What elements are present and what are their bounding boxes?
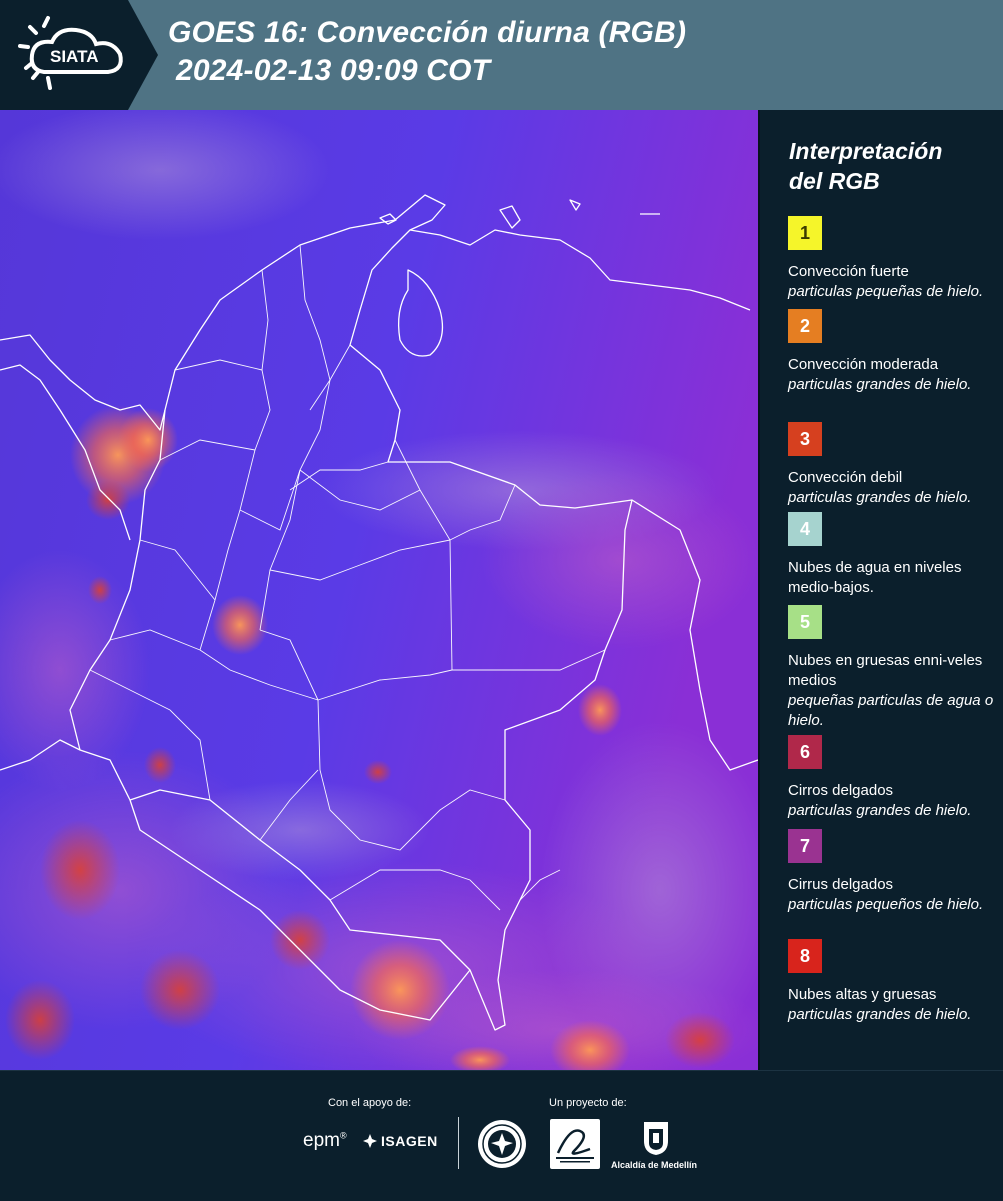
siata-brand-text: SIATA [50,47,98,66]
legend-item-7: 7 Cirrus delgados particulas pequeños de… [788,829,998,915]
legend-title-line-2: del RGB [789,168,880,194]
satellite-map[interactable] [0,110,758,1070]
area-metropolitana-logo[interactable] [550,1119,600,1169]
legend-item-1: 1 Convección fuerte particulas pequeñas … [788,216,998,302]
isagen-logo[interactable]: ISAGEN [362,1133,438,1149]
isagen-icon [363,1134,377,1148]
legend-swatch-3: 3 [788,422,822,456]
legend-label: Nubes de agua en niveles medio-bajos. [788,559,962,596]
legend-description: particulas pequeños de hielo. [788,896,984,913]
legend-swatch-7: 7 [788,829,822,863]
siata-logo[interactable]: SIATA [0,0,160,110]
legend-item-4: 4 Nubes de agua en niveles medio-bajos. [788,512,998,598]
legend-number: 4 [799,518,810,539]
page-title: GOES 16: Convección diurna (RGB) 2024-02… [168,14,686,90]
legend-item-8: 8 Nubes altas y gruesas particulas grand… [788,939,998,1025]
alcaldia-crest-icon[interactable] [641,1119,671,1162]
epm-logo[interactable]: epm® [303,1130,347,1152]
legend-label: Nubes en gruesas enni-veles medios [788,652,983,689]
header-bar: SIATA GOES 16: Convección diurna (RGB) 2… [0,0,1003,110]
legend-description: particulas grandes de hielo. [788,1006,972,1023]
legend-label: Cirros delgados [788,782,894,799]
alcaldia-label: Alcaldía de Medellín [611,1160,698,1170]
registered-mark: ® [339,1130,347,1141]
legend-panel: Interpretación del RGB 1 Convección fuer… [760,110,1003,1070]
legend-number: 8 [799,945,810,966]
legend-title-line-1: Interpretación [789,138,943,164]
support-label: Con el apoyo de: [328,1097,412,1109]
footer: Con el apoyo de: Un proyecto de: epm® IS… [0,1070,1003,1201]
legend-swatch-1: 1 [788,216,822,250]
legend-description: particulas grandes de hielo. [788,489,972,506]
legend-title: Interpretación del RGB [789,136,942,196]
legend-description: particulas pequeñas de hielo. [788,283,984,300]
legend-number: 7 [799,835,810,856]
title-line-2: 2024-02-13 09:09 COT [176,54,491,87]
legend-swatch-2: 2 [788,309,822,343]
legend-label: Cirrus delgados [788,876,894,893]
legend-description: particulas grandes de hielo. [788,802,972,819]
title-line-1: GOES 16: Convección diurna (RGB) [168,16,687,49]
isagen-text: ISAGEN [381,1133,438,1149]
legend-number: 6 [799,741,810,762]
legend-label: Convección fuerte [788,263,909,280]
legend-description: particulas grandes de hielo. [788,376,972,393]
legend-number: 2 [799,315,810,336]
legend-swatch-6: 6 [788,735,822,769]
footer-divider [458,1117,459,1169]
legend-item-3: 3 Convección debil particulas grandes de… [788,422,998,508]
legend-label: Convección moderada [788,356,939,373]
legend-description: pequeñas particulas de agua o hielo. [788,692,994,729]
legend-item-2: 2 Convección moderada particulas grandes… [788,309,998,395]
legend-number: 3 [799,428,810,449]
legend-item-6: 6 Cirros delgados particulas grandes de … [788,735,998,821]
legend-label: Convección debil [788,469,903,486]
legend-number: 5 [799,611,810,632]
seal-logo[interactable] [477,1119,527,1174]
epm-text: epm [303,1130,340,1151]
legend-label: Nubes altas y gruesas [788,986,937,1003]
legend-swatch-4: 4 [788,512,822,546]
legend-swatch-5: 5 [788,605,822,639]
project-label: Un proyecto de: [549,1097,627,1109]
legend-item-5: 5 Nubes en gruesas enni-veles medios peq… [788,605,998,731]
legend-number: 1 [799,222,810,243]
legend-swatch-8: 8 [788,939,822,973]
